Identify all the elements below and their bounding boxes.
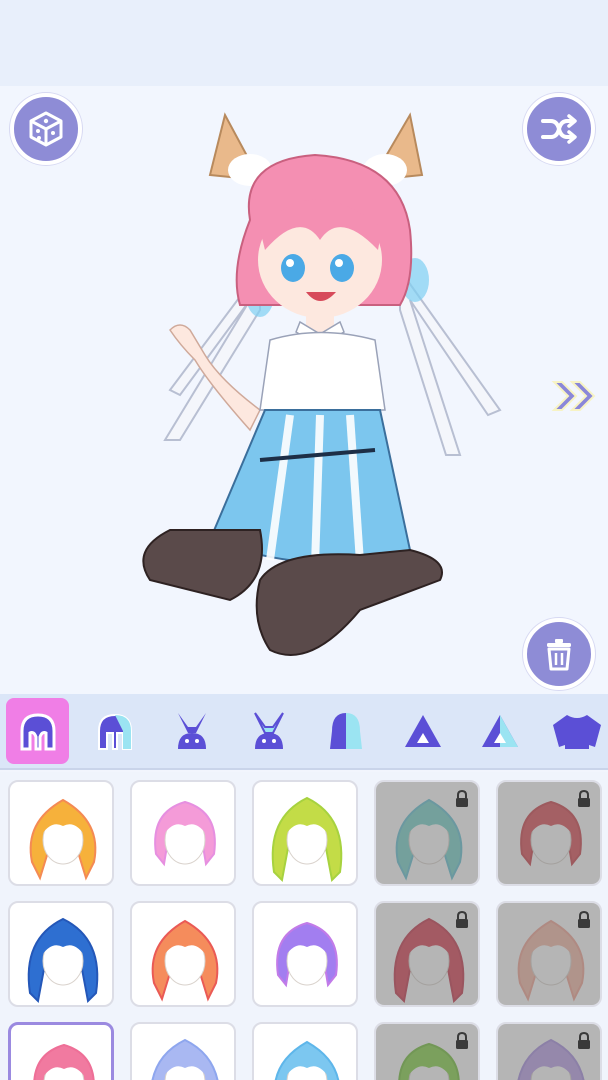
status-bar-area — [0, 0, 608, 86]
shuffle-button[interactable] — [523, 93, 595, 165]
tab-ears[interactable] — [160, 698, 223, 764]
lock-icon — [578, 911, 590, 928]
hair-option[interactable] — [496, 780, 602, 886]
lock-icon — [456, 1032, 468, 1049]
hair-thumbnail — [274, 1040, 340, 1080]
random-dice-button[interactable] — [10, 93, 82, 165]
bunny-ears-outline-icon — [253, 712, 284, 749]
lock-icon — [578, 790, 590, 807]
tab-accessory[interactable] — [391, 698, 454, 764]
hair-option[interactable] — [374, 1022, 480, 1080]
hair-option[interactable] — [496, 901, 602, 1007]
tab-accessory-2[interactable] — [468, 698, 531, 764]
hair-thumbnail — [33, 1043, 95, 1080]
next-page-button[interactable] — [550, 378, 600, 414]
hair-option[interactable] — [130, 1022, 236, 1080]
hair-option[interactable] — [374, 901, 480, 1007]
category-tab-bar — [0, 694, 608, 770]
hair-options-panel — [0, 772, 608, 1080]
hair-option[interactable] — [374, 780, 480, 886]
hair-thumbnail — [151, 1038, 219, 1080]
shirt-icon — [552, 715, 601, 749]
half-head-icon — [329, 713, 362, 749]
delete-button[interactable] — [523, 618, 595, 690]
hair-option[interactable] — [8, 780, 114, 886]
triangle-icon — [404, 715, 441, 747]
hair-option[interactable] — [496, 1022, 602, 1080]
hair-thumbnail — [271, 796, 343, 883]
hair-option[interactable] — [130, 901, 236, 1007]
tab-front-hair[interactable] — [6, 698, 69, 764]
back-hair-icon — [97, 713, 132, 750]
lock-icon — [456, 790, 468, 807]
tab-ears-2[interactable] — [237, 698, 300, 764]
hair-thumbnail — [29, 798, 97, 881]
dice-icon — [29, 111, 63, 147]
tab-head[interactable] — [314, 698, 377, 764]
lock-icon — [456, 911, 468, 928]
tab-back-hair[interactable] — [83, 698, 146, 764]
hair-option[interactable] — [252, 1022, 358, 1080]
hair-thumbnail — [154, 800, 216, 867]
double-chevron-right-icon — [551, 381, 596, 411]
hair-option[interactable] — [252, 901, 358, 1007]
shuffle-icon — [541, 114, 577, 144]
tab-clothing[interactable] — [545, 698, 608, 764]
hair-thumbnail — [151, 919, 219, 1002]
hair-option[interactable] — [130, 780, 236, 886]
triangle-two-tone-icon — [481, 715, 518, 747]
trash-icon — [547, 639, 571, 671]
lock-icon — [578, 1032, 590, 1049]
hair-option[interactable] — [8, 901, 114, 1007]
hair-option[interactable] — [252, 780, 358, 886]
character-preview — [142, 112, 502, 656]
hair-thumbnail — [276, 921, 338, 988]
hair-option[interactable] — [8, 1022, 114, 1080]
hair-options-grid — [8, 780, 602, 1080]
bunny-ears-icon — [177, 713, 206, 749]
front-hair-icon — [20, 713, 55, 751]
hair-thumbnail — [27, 917, 99, 1004]
